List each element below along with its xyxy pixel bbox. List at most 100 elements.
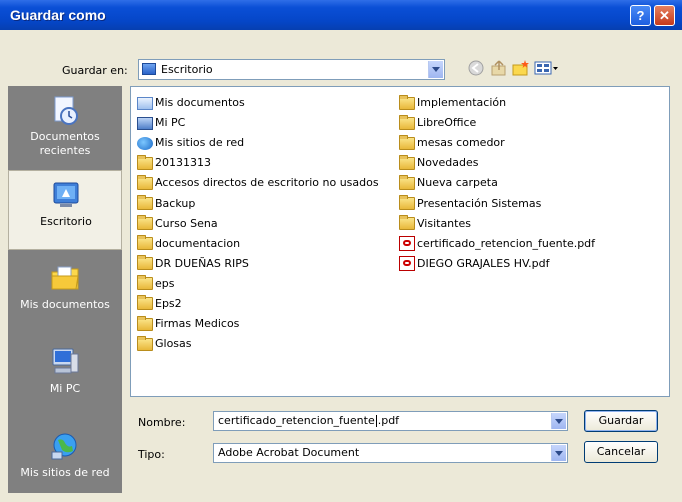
file-name: Mi PC [155, 116, 186, 130]
file-list-item[interactable]: Implementación [399, 93, 595, 113]
file-name: documentacion [155, 236, 241, 250]
file-list-item[interactable]: 20131313 [137, 153, 379, 173]
place-label: Mis sitios de red [20, 466, 110, 479]
pdf-file-icon [399, 236, 415, 252]
file-list-item[interactable]: mesas comedor [399, 133, 595, 153]
window-title: Guardar como [10, 7, 106, 23]
place-label: Escritorio [40, 215, 92, 228]
folder-icon [399, 195, 415, 211]
file-name: Accesos directos de escritorio no usados [155, 176, 379, 190]
file-name: Mis documentos [155, 96, 245, 110]
places-bar: Documentos recientes Escritorio Mis docu… [8, 86, 122, 493]
file-name: Backup [155, 196, 196, 210]
file-list-item[interactable]: DR DUEÑAS RIPS [137, 254, 379, 274]
file-name: Novedades [417, 156, 479, 170]
folder-icon [137, 154, 153, 170]
place-network[interactable]: Mis sitios de red [8, 422, 122, 502]
help-button[interactable]: ? [630, 5, 651, 26]
save-in-label: Guardar en: [62, 64, 128, 77]
back-icon[interactable] [467, 59, 485, 77]
file-list-item[interactable]: LibreOffice [399, 113, 595, 133]
file-name: Mis sitios de red [155, 136, 245, 150]
file-name: mesas comedor [417, 136, 505, 150]
folder-icon [137, 215, 153, 231]
file-name: Implementación [417, 96, 507, 110]
file-list-item[interactable]: eps [137, 274, 379, 294]
place-label: Documentos recientes [30, 130, 100, 157]
file-list-item[interactable]: Mi PC [137, 113, 379, 133]
save-button[interactable]: Guardar [584, 410, 658, 432]
up-folder-icon[interactable] [490, 59, 508, 77]
folder-icon [399, 114, 415, 130]
file-column-1: Mis documentos Mi PC Mis sitios de red 2013… [137, 93, 379, 354]
network-places-icon [137, 136, 153, 150]
cancel-button[interactable]: Cancelar [584, 441, 658, 463]
my-documents-icon [137, 96, 153, 110]
new-folder-icon[interactable] [512, 59, 530, 77]
chevron-down-icon[interactable] [551, 413, 566, 429]
file-name: Glosas [155, 337, 192, 351]
file-name: Eps2 [155, 296, 182, 310]
file-list-item[interactable]: Novedades [399, 153, 595, 173]
file-list-item[interactable]: certificado_retencion_fuente.pdf [399, 234, 595, 254]
file-list-item[interactable]: Glosas [137, 334, 379, 354]
file-list-item[interactable]: Accesos directos de escritorio no usados [137, 173, 379, 193]
desktop-small-icon [142, 63, 156, 75]
file-name: DR DUEÑAS RIPS [155, 256, 249, 270]
file-list-item[interactable]: Nueva carpeta [399, 173, 595, 193]
file-list[interactable]: Mis documentos Mi PC Mis sitios de red 2013… [130, 86, 670, 397]
folder-icon [137, 295, 153, 311]
chevron-down-icon[interactable] [551, 445, 566, 461]
folder-icon [137, 275, 153, 291]
place-my-computer[interactable]: Mi PC [8, 338, 122, 418]
filename-text: certificado_retencion_fuente [218, 414, 375, 427]
save-in-dropdown[interactable]: Escritorio [138, 59, 445, 80]
filename-label: Nombre: [138, 416, 186, 429]
folder-icon [137, 195, 153, 211]
my-computer-icon [137, 116, 153, 130]
folder-icon [399, 174, 415, 190]
place-recent-documents[interactable]: Documentos recientes [8, 86, 122, 166]
file-list-item[interactable]: documentacion [137, 234, 379, 254]
file-list-item[interactable]: Mis documentos [137, 93, 379, 113]
file-list-item[interactable]: Firmas Medicos [137, 314, 379, 334]
filename-input[interactable]: certificado_retencion_fuente .pdf [213, 411, 568, 431]
file-name: Visitantes [417, 216, 471, 230]
filename-extension: .pdf [377, 414, 400, 427]
title-bar: Guardar como ? ✕ [0, 0, 682, 30]
desktop-icon [50, 179, 82, 211]
close-button[interactable]: ✕ [654, 5, 675, 26]
place-my-documents[interactable]: Mis documentos [8, 254, 122, 334]
folder-icon [399, 94, 415, 110]
filetype-label: Tipo: [138, 448, 165, 461]
file-name: Nueva carpeta [417, 176, 498, 190]
folder-icon [137, 315, 153, 331]
save-in-value: Escritorio [161, 63, 213, 76]
filetype-dropdown[interactable]: Adobe Acrobat Document [213, 443, 568, 463]
file-name: 20131313 [155, 156, 211, 170]
file-list-item[interactable]: Backup [137, 193, 379, 213]
file-list-item[interactable]: Presentación Sistemas [399, 193, 595, 213]
my-documents-icon [49, 262, 81, 294]
file-list-item[interactable]: Eps2 [137, 294, 379, 314]
file-list-item[interactable]: Visitantes [399, 214, 595, 234]
folder-icon [137, 335, 153, 351]
file-column-2: Implementación LibreOffice mesas comedor No… [399, 93, 595, 274]
folder-icon [399, 215, 415, 231]
text-cursor [375, 415, 377, 427]
file-list-item[interactable]: Mis sitios de red [137, 133, 379, 153]
file-list-item[interactable]: DIEGO GRAJALES HV.pdf [399, 254, 595, 274]
file-name: Curso Sena [155, 216, 218, 230]
place-desktop[interactable]: Escritorio [8, 170, 122, 250]
chevron-down-icon[interactable] [428, 61, 443, 78]
file-name: Presentación Sistemas [417, 196, 542, 210]
filetype-value: Adobe Acrobat Document [218, 446, 360, 459]
network-places-icon [49, 430, 81, 462]
pdf-file-icon [399, 256, 415, 272]
file-name: eps [155, 276, 175, 290]
my-computer-icon [49, 346, 81, 378]
view-menu-icon[interactable] [534, 59, 560, 77]
file-list-item[interactable]: Curso Sena [137, 214, 379, 234]
file-name: DIEGO GRAJALES HV.pdf [417, 256, 550, 270]
file-name: LibreOffice [417, 116, 477, 130]
